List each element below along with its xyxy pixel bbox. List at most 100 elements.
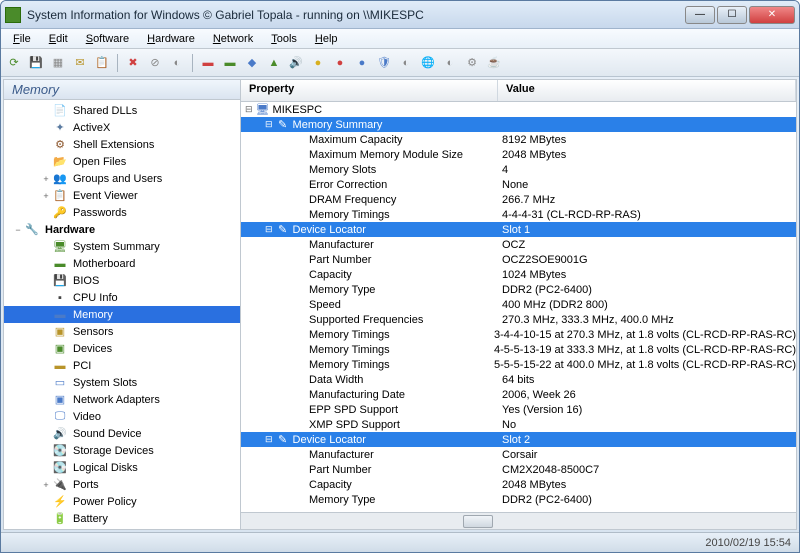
expander-icon[interactable]: −	[12, 225, 24, 235]
toolbar-button-4[interactable]: 📋	[93, 54, 111, 72]
menu-software[interactable]: Software	[78, 31, 137, 47]
toolbar-button-3[interactable]: ✉	[71, 54, 89, 72]
property-row[interactable]: Maximum Memory Module Size2048 MBytes	[241, 147, 796, 162]
tree-item-printers[interactable]: 🖨Printers	[4, 527, 240, 529]
horizontal-scrollbar[interactable]	[241, 512, 796, 529]
property-row[interactable]: ManufacturerOCZ	[241, 237, 796, 252]
toolbar-button-18[interactable]: 🌐	[419, 54, 437, 72]
property-row[interactable]: Memory TypeDDR2 (PC2-6400)	[241, 282, 796, 297]
scrollbar-thumb[interactable]	[463, 515, 493, 528]
toolbar-button-9[interactable]: ▬	[221, 54, 239, 72]
property-row[interactable]: ⊟✎Device LocatorSlot 2	[241, 432, 796, 447]
tree-item-bios[interactable]: 💾BIOS	[4, 272, 240, 289]
property-row[interactable]: Part NumberOCZ2SOE9001G	[241, 252, 796, 267]
menu-edit[interactable]: Edit	[41, 31, 76, 47]
tree-item-sound-device[interactable]: 🔊Sound Device	[4, 425, 240, 442]
property-row[interactable]: EPP SPD SupportYes (Version 16)	[241, 402, 796, 417]
power-policy-icon: ⚡	[52, 494, 68, 510]
property-row[interactable]: Memory TypeDDR2 (PC2-6400)	[241, 492, 796, 507]
property-row[interactable]: ⊟✎Device LocatorSlot 1	[241, 222, 796, 237]
property-row[interactable]: Maximum Capacity8192 MBytes	[241, 132, 796, 147]
tree-item-system-slots[interactable]: ▭System Slots	[4, 374, 240, 391]
toolbar-button-11[interactable]: ▲	[265, 54, 283, 72]
property-row[interactable]: Memory Slots4	[241, 162, 796, 177]
toolbar-button-20[interactable]: ⚙	[463, 54, 481, 72]
menu-file[interactable]: File	[5, 31, 39, 47]
tree-item-pci[interactable]: ▬PCI	[4, 357, 240, 374]
toolbar-button-21[interactable]: ☕	[485, 54, 503, 72]
menu-hardware[interactable]: Hardware	[139, 31, 203, 47]
toolbar-button-14[interactable]: ●	[331, 54, 349, 72]
tree-item-passwords[interactable]: 🔑Passwords	[4, 204, 240, 221]
property-list[interactable]: ⊟🖥MIKESPC⊟✎Memory SummaryMaximum Capacit…	[241, 102, 796, 512]
property-row[interactable]: Memory Timings 4-4-4-31 (CL-RCD-RP-RAS)	[241, 207, 796, 222]
toolbar-button-15[interactable]: ●	[353, 54, 371, 72]
tree-item-shell-extensions[interactable]: ⚙Shell Extensions	[4, 136, 240, 153]
tree-item-video[interactable]: 🖵Video	[4, 408, 240, 425]
property-row[interactable]: Memory Timings3-4-4-10-15 at 270.3 MHz, …	[241, 327, 796, 342]
tree-item-shared-dlls[interactable]: 📄Shared DLLs	[4, 102, 240, 119]
tree-item-cpu-info[interactable]: ▪CPU Info	[4, 289, 240, 306]
property-row[interactable]: Memory Timings5-5-5-15-22 at 400.0 MHz, …	[241, 357, 796, 372]
tree-item-activex[interactable]: ✦ActiveX	[4, 119, 240, 136]
system-slots-icon: ▭	[52, 375, 68, 391]
property-key: Memory Timings	[309, 209, 390, 221]
column-property[interactable]: Property	[241, 80, 498, 101]
toolbar-button-0[interactable]: ⟳	[5, 54, 23, 72]
menu-tools[interactable]: Tools	[263, 31, 305, 47]
property-row[interactable]: ⊟✎Memory Summary	[241, 117, 796, 132]
toolbar-button-17[interactable]: ◐	[397, 54, 415, 72]
toolbar-button-10[interactable]: ◆	[243, 54, 261, 72]
close-button[interactable]: ✕	[749, 6, 795, 24]
tree-item-open-files[interactable]: 📂Open Files	[4, 153, 240, 170]
toolbar-button-7[interactable]: ◐	[168, 54, 186, 72]
tree-item-motherboard[interactable]: ▬Motherboard	[4, 255, 240, 272]
tree-item-network-adapters[interactable]: ▣Network Adapters	[4, 391, 240, 408]
property-row[interactable]: Speed400 MHz (DDR2 800)	[241, 297, 796, 312]
menu-help[interactable]: Help	[307, 31, 346, 47]
tree-item-storage-devices[interactable]: 💽Storage Devices	[4, 442, 240, 459]
tree-item-hardware[interactable]: −🔧Hardware	[4, 221, 240, 238]
toolbar-button-1[interactable]: 💾	[27, 54, 45, 72]
property-key: Capacity	[309, 479, 352, 491]
tree-item-sensors[interactable]: ▣Sensors	[4, 323, 240, 340]
toolbar-button-5[interactable]: ✖	[124, 54, 142, 72]
toolbar-button-12[interactable]: 🔊	[287, 54, 305, 72]
tree-item-ports[interactable]: +🔌Ports	[4, 476, 240, 493]
toolbar-button-6[interactable]: ⊘	[146, 54, 164, 72]
property-row[interactable]: Manufacturing Date2006, Week 26	[241, 387, 796, 402]
property-row[interactable]: ⊟🖥MIKESPC	[241, 102, 796, 117]
column-value[interactable]: Value	[498, 80, 796, 101]
property-row[interactable]: Part NumberCM2X2048-8500C7	[241, 462, 796, 477]
property-row[interactable]: Error CorrectionNone	[241, 177, 796, 192]
property-row[interactable]: Supported Frequencies270.3 MHz, 333.3 MH…	[241, 312, 796, 327]
tree-item-power-policy[interactable]: ⚡Power Policy	[4, 493, 240, 510]
toolbar-button-16[interactable]: 🛡	[375, 54, 393, 72]
property-row[interactable]: Capacity1024 MBytes	[241, 267, 796, 282]
tree-item-logical-disks[interactable]: 💽Logical Disks	[4, 459, 240, 476]
property-row[interactable]: DRAM Frequency266.7 MHz	[241, 192, 796, 207]
tree-item-system-summary[interactable]: 🖥System Summary	[4, 238, 240, 255]
system-summary-icon: 🖥	[52, 239, 68, 255]
property-row[interactable]: ManufacturerCorsair	[241, 447, 796, 462]
property-row[interactable]: Data Width64 bits	[241, 372, 796, 387]
minimize-button[interactable]: —	[685, 6, 715, 24]
property-row[interactable]: Capacity2048 MBytes	[241, 477, 796, 492]
maximize-button[interactable]: ☐	[717, 6, 747, 24]
sensors-icon: ▣	[52, 324, 68, 340]
titlebar[interactable]: System Information for Windows © Gabriel…	[1, 1, 799, 29]
toolbar-button-19[interactable]: ◐	[441, 54, 459, 72]
tree-item-devices[interactable]: ▣Devices	[4, 340, 240, 357]
toolbar-button-13[interactable]: ●	[309, 54, 327, 72]
menu-network[interactable]: Network	[205, 31, 261, 47]
tree-item-memory[interactable]: ▬Memory	[4, 306, 240, 323]
toolbar-button-2[interactable]: ▦	[49, 54, 67, 72]
tree-item-event-viewer[interactable]: +📋Event Viewer	[4, 187, 240, 204]
tree-item-battery[interactable]: 🔋Battery	[4, 510, 240, 527]
property-row[interactable]: XMP SPD SupportNo	[241, 417, 796, 432]
nav-tree[interactable]: 📄Shared DLLs✦ActiveX⚙Shell Extensions📂Op…	[4, 100, 240, 529]
property-value: 4-4-4-31 (CL-RCD-RP-RAS)	[498, 209, 796, 221]
toolbar-button-8[interactable]: ▬	[199, 54, 217, 72]
property-row[interactable]: Memory Timings4-5-5-13-19 at 333.3 MHz, …	[241, 342, 796, 357]
tree-item-groups-and-users[interactable]: +👥Groups and Users	[4, 170, 240, 187]
